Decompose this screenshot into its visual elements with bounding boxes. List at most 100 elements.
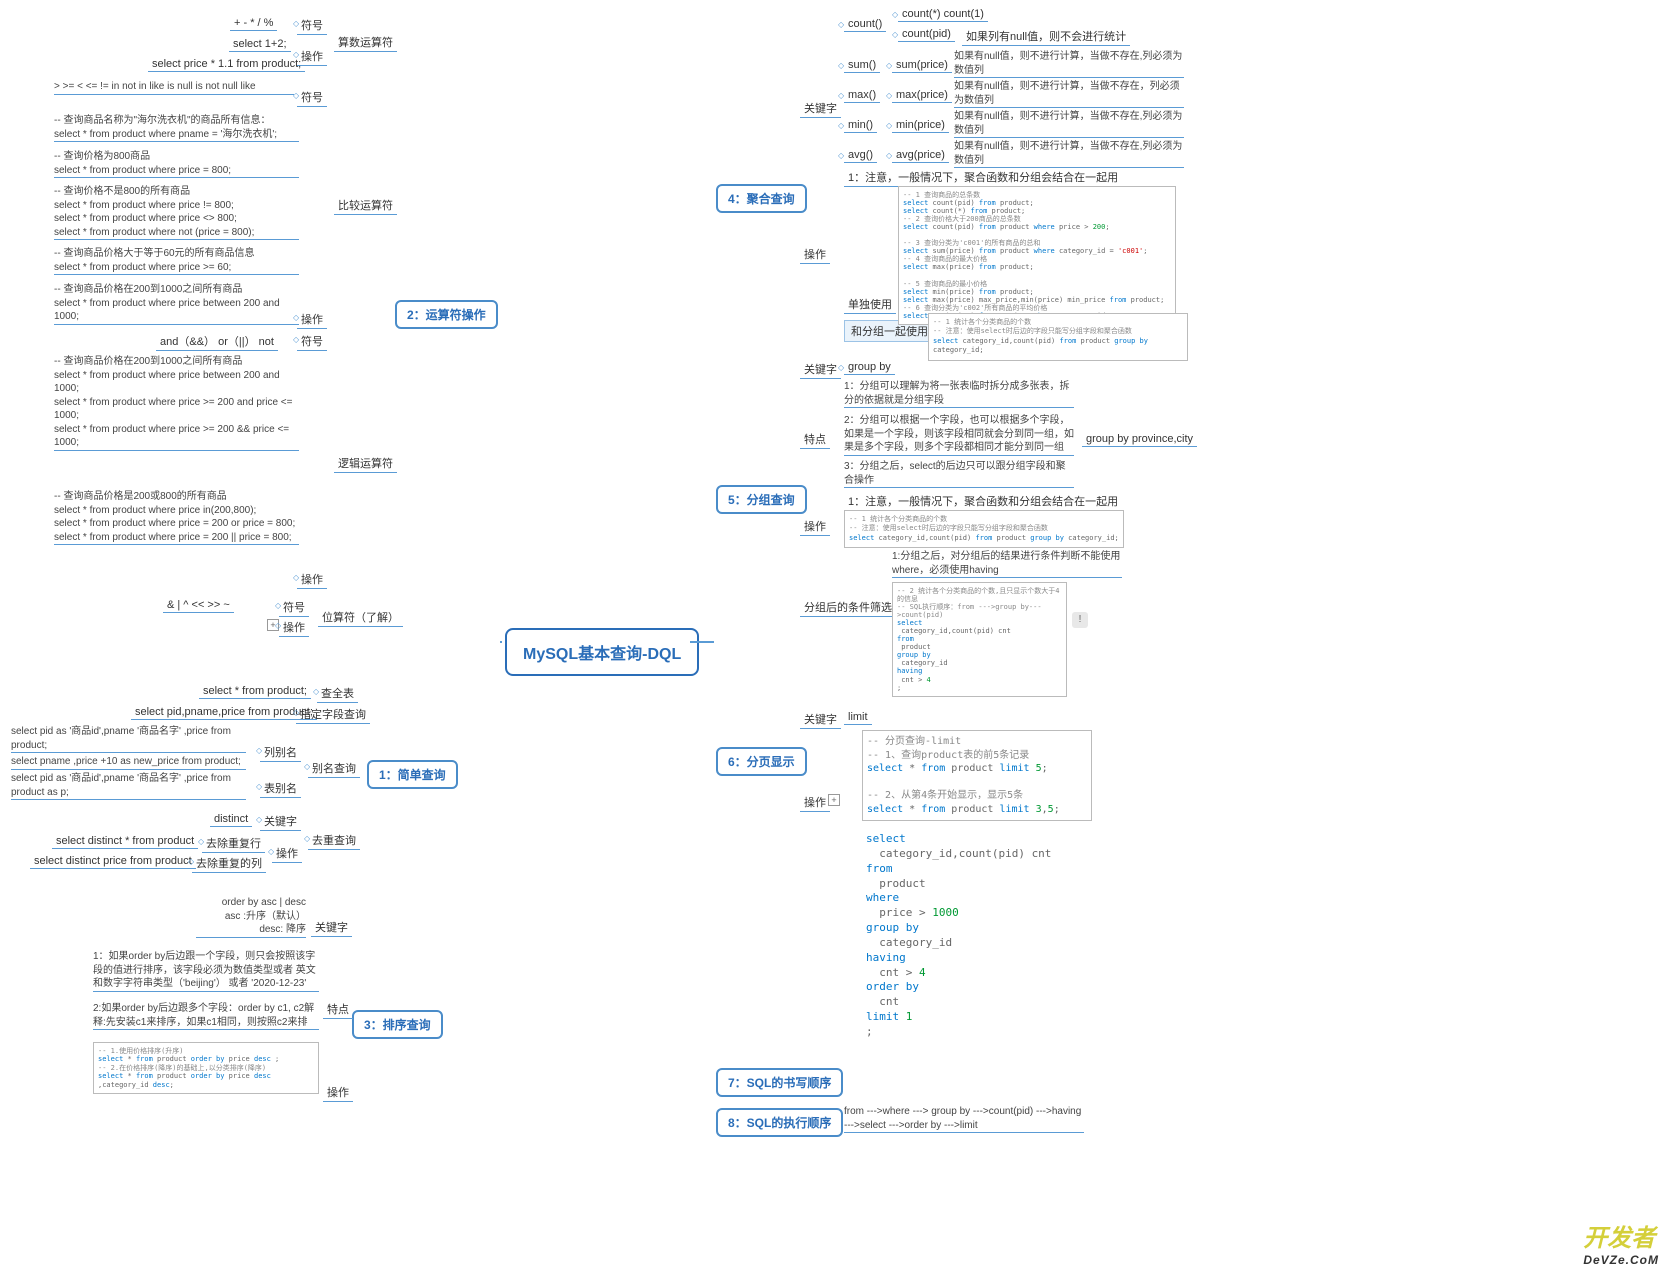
sub-grp-kw: 关键字 <box>800 360 841 379</box>
val-logic-sym: and（&&） or（||） not <box>156 332 278 351</box>
sub-logic-sym: 符号 <box>297 332 327 351</box>
agg-max: max() <box>844 88 880 103</box>
val-order-kw: order by asc | desc asc :升序（默认） desc: 降序 <box>196 896 306 938</box>
sub-tbl-alias: 表别名 <box>260 779 301 798</box>
code-arith2: select price * 1.1 from product; <box>148 57 305 72</box>
agg-sum-v: sum(price) <box>892 58 952 73</box>
code-alias2: select pname ,price +10 as new_price fro… <box>11 755 246 770</box>
sub-order-kw: 关键字 <box>311 918 352 937</box>
sub-grp-td: 特点 <box>800 430 830 449</box>
topic-8[interactable]: 8：SQL的执行顺序 <box>716 1108 843 1137</box>
topic-5[interactable]: 5：分组查询 <box>716 485 807 514</box>
sub-alias: 别名查询 <box>308 759 360 778</box>
code-grp: -- 1 统计各个分类商品的个数 -- 注意：使用select时后边的字段只能写… <box>844 510 1124 548</box>
sub-grp-op: 操作 <box>800 517 830 536</box>
sub-bit-sym: 符号 <box>279 598 309 617</box>
grp-op1: 1：注意，一般情况下，聚合函数和分组会结合在一起用 <box>844 492 1122 511</box>
code-logic2: -- 查询商品价格是200或800的所有商品 select * from pro… <box>54 490 299 545</box>
sub-grp-filter: 分组后的条件筛选 <box>800 598 896 617</box>
code-cmp1: -- 查询商品名称为"海尔洗衣机"的商品所有信息： select * from … <box>54 114 299 142</box>
sub-logic-op: 操作 <box>297 570 327 589</box>
code-alias1: select pid as '商品id',pname '商品名字' ,price… <box>11 725 246 753</box>
agg-avg-v: avg(price) <box>892 148 949 163</box>
root-topic[interactable]: MySQL基本查询-DQL <box>505 628 699 676</box>
code-cmp5: -- 查询商品价格在200到1000之间所有商品 select * from p… <box>54 283 299 325</box>
code-order: -- 1.使用价格排序(升序) select * from product or… <box>93 1042 319 1094</box>
sub-distinct-kw: 关键字 <box>260 812 301 831</box>
sub-distinct-op: 操作 <box>272 844 302 863</box>
grp-td2e: group by province,city <box>1082 432 1197 447</box>
sub-page-op: 操作 <box>800 793 830 812</box>
agg-sum-d: 如果有null值，则不进行计算，当做不存在,列必须为数值列 <box>954 50 1184 78</box>
sub-compare: 比较运算符 <box>334 196 397 215</box>
sub-order-op: 操作 <box>323 1083 353 1102</box>
agg-count: count() <box>844 17 886 32</box>
note-icon: ! <box>1072 612 1088 628</box>
code-field-query: select pid,pname,price from product; <box>131 705 317 720</box>
topic-6[interactable]: 6：分页显示 <box>716 747 807 776</box>
code-logic1: -- 查询商品价格在200到1000之间所有商品 select * from p… <box>54 355 299 451</box>
sub-bit: 位算符（了解） <box>318 608 403 627</box>
exec-order: from --->where ---> group by --->count(p… <box>844 1105 1084 1133</box>
code-limit: -- 分页查询-limit -- 1、查询product表的前5条记录 sele… <box>862 730 1092 821</box>
agg-min: min() <box>844 118 877 133</box>
topic-1[interactable]: 1：简单查询 <box>367 760 458 789</box>
sub-order-td: 特点 <box>323 1000 353 1019</box>
agg-count-b: count(pid) <box>898 27 955 42</box>
val-arith-sym: + - * / % <box>230 16 277 31</box>
code-arith1: select 1+2; <box>229 37 291 52</box>
sub-agg-op: 操作 <box>800 245 830 264</box>
code-cmp3: -- 查询价格不是800的所有商品 select * from product … <box>54 185 299 240</box>
code-alias3: select pid as '商品id',pname '商品名字' ,price… <box>11 772 246 800</box>
topic-7[interactable]: 7：SQL的书写顺序 <box>716 1068 843 1097</box>
agg-min-v: min(price) <box>892 118 949 133</box>
sub-compare-op: 操作 <box>297 310 327 329</box>
site-logo: 开发者 DeVZe.CoM <box>1583 1218 1659 1267</box>
grp-td3: 3：分组之后，select的后边只可以跟分组字段和聚合操作 <box>844 460 1074 488</box>
code-having: -- 2 统计各个分类商品的个数,且只显示个数大于4的信息 -- SQL执行顺序… <box>892 582 1067 697</box>
sub-distinct: 去重查询 <box>308 831 360 850</box>
sub-compare-sym: 符号 <box>297 88 327 107</box>
code-query-all: select * from product; <box>199 684 311 699</box>
code-cmp4: -- 查询商品价格大于等于60元的所有商品信息 select * from pr… <box>54 247 299 275</box>
sub-agg-kw: 关键字 <box>800 99 841 118</box>
sub-query-all: 查全表 <box>317 684 358 703</box>
sub-logic: 逻辑运算符 <box>334 454 397 473</box>
code-agg-group: -- 1 统计各个分类商品的个数 -- 注意：使用select时后边的字段只能写… <box>928 313 1188 361</box>
grp-fl1: 1:分组之后，对分组后的结果进行条件判断不能使用where，必须使用having <box>892 550 1122 578</box>
agg-count-bd: 如果列有null值，则不会进行统计 <box>962 27 1130 46</box>
topic-3[interactable]: 3：排序查询 <box>352 1010 443 1039</box>
code-dedup-row: select distinct * from product <box>52 834 198 849</box>
val-grp-kw: group by <box>844 360 895 375</box>
val-distinct: distinct <box>210 812 252 827</box>
agg-sum: sum() <box>844 58 880 73</box>
val-order-td1: 1：如果order by后边跟一个字段，则只会按照该字段的值进行排序，该字段必须… <box>93 950 319 992</box>
val-compare-sym: > >= < <= != in not in like is null is n… <box>54 80 294 95</box>
agg-max-v: max(price) <box>892 88 952 103</box>
val-order-td2: 2:如果order by后边跟多个字段：order by c1, c2解释:先安… <box>93 1002 319 1030</box>
agg-alone: 单独使用 <box>844 295 896 314</box>
code-big-sql: select category_id,count(pid) cnt from p… <box>862 828 1062 1044</box>
code-dedup-col: select distinct price from product <box>30 854 196 869</box>
grp-td1: 1：分组可以理解为将一张表临时拆分成多张表，拆分的依据就是分组字段 <box>844 380 1074 408</box>
expand-icon-2[interactable]: + <box>828 794 840 806</box>
sub-dedup-row: 去除重复行 <box>202 834 265 853</box>
sub-col-alias: 列别名 <box>260 743 301 762</box>
sub-arith-sym: 符号 <box>297 16 327 35</box>
topic-2[interactable]: 2：运算符操作 <box>395 300 498 329</box>
val-page-kw: limit <box>844 710 872 725</box>
code-cmp2: -- 查询价格为800商品 select * from product wher… <box>54 150 299 178</box>
val-bit-sym: & | ^ << >> ~ <box>163 598 234 613</box>
sub-page-kw: 关键字 <box>800 710 841 729</box>
agg-avg: avg() <box>844 148 877 163</box>
sub-dedup-col: 去除重复的列 <box>192 854 266 873</box>
agg-note1: 1：注意，一般情况下，聚合函数和分组会结合在一起用 <box>844 168 1122 187</box>
code-agg: -- 1 查询商品的总条数 select count(pid) from pro… <box>898 186 1176 325</box>
agg-min-d: 如果有null值，则不进行计算，当做不存在,列必须为数值列 <box>954 110 1184 138</box>
topic-4[interactable]: 4：聚合查询 <box>716 184 807 213</box>
agg-count-a: count(*) count(1) <box>898 7 988 22</box>
grp-td2: 2：分组可以根据一个字段，也可以根据多个字段，如果是一个字段，则该字段相同就会分… <box>844 414 1074 456</box>
sub-bit-op: 操作 <box>279 618 309 637</box>
sub-arith: 算数运算符 <box>334 33 397 52</box>
agg-avg-d: 如果有null值，则不进行计算，当做不存在,列必须为数值列 <box>954 140 1184 168</box>
